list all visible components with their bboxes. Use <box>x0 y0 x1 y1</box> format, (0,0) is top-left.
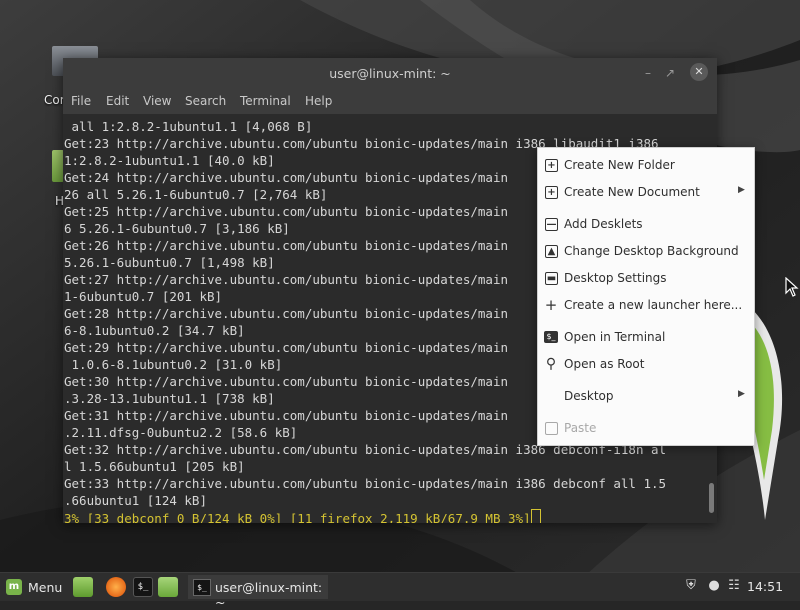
progress-line: 3% [33 debconf 0 B/124 kB 0%] [11 firefo… <box>64 509 705 523</box>
menu-item-label: Paste <box>564 421 597 435</box>
taskbar-item-terminal[interactable]: $_ user@linux-mint: ~ <box>188 575 328 610</box>
terminal-titlebar[interactable]: user@linux-mint: ~ – ↗ ✕ <box>63 58 717 88</box>
menu-edit[interactable]: Edit <box>106 94 129 108</box>
submenu-arrow-icon: ▶ <box>738 389 745 399</box>
network-icon[interactable]: ☷ <box>726 578 742 594</box>
menu-item-label: Add Desklets <box>564 217 643 231</box>
menu-item-create-new-document[interactable]: + Create New Document ▶ <box>538 180 754 204</box>
progress-text: 3% [33 debconf 0 B/124 kB 0%] [11 firefo… <box>64 511 531 523</box>
computer-desktop-label[interactable]: Computer <box>44 93 64 107</box>
menu-terminal[interactable]: Terminal <box>240 94 291 108</box>
menu-help[interactable]: Help <box>305 94 332 108</box>
background-icon: ▲ <box>545 245 558 258</box>
terminal-menubar: File Edit View Search Terminal Help <box>63 88 717 114</box>
scrollbar-thumb[interactable] <box>709 483 714 513</box>
menu-item-desktop-settings[interactable]: ▬ Desktop Settings <box>538 266 754 290</box>
window-title: user@linux-mint: ~ <box>329 66 451 81</box>
menu-label: Menu <box>28 580 63 595</box>
taskbar-item-label: user@linux-mint: ~ <box>215 580 323 610</box>
update-shield-icon[interactable]: ⛨ <box>683 578 699 594</box>
plus-icon: + <box>544 296 558 314</box>
menu-separator <box>538 206 754 207</box>
menu-item-label: Create a new launcher here... <box>564 298 743 312</box>
menu-item-create-launcher[interactable]: + Create a new launcher here... <box>538 293 754 317</box>
linux-mint-logo-icon: m <box>6 579 22 595</box>
mouse-pointer-icon <box>785 277 799 297</box>
menu-item-label: Create New Folder <box>564 158 675 172</box>
files-launcher-icon[interactable] <box>158 577 178 597</box>
desktop-settings-icon: ▬ <box>545 272 558 285</box>
menu-item-label: Create New Document <box>564 185 700 199</box>
menu-item-label: Desktop <box>564 389 614 403</box>
menu-separator <box>538 378 754 379</box>
menu-search[interactable]: Search <box>185 94 226 108</box>
menu-separator <box>538 410 754 411</box>
menu-item-create-new-folder[interactable]: + Create New Folder <box>538 153 754 177</box>
terminal-line: l 1.5.66ubuntu1 [205 kB] <box>64 459 245 474</box>
show-desktop-launcher-icon[interactable] <box>73 577 93 597</box>
text-cursor <box>530 509 541 523</box>
menu-file[interactable]: File <box>71 94 91 108</box>
terminal-line: .66ubuntu1 [124 kB] <box>64 493 207 508</box>
bottom-panel: m Menu $_ $_ user@linux-mint: ~ ⛨ ● ☷ 14… <box>0 572 800 610</box>
menu-item-open-in-terminal[interactable]: $_ Open in Terminal <box>538 325 754 349</box>
terminal-launcher-icon[interactable]: $_ <box>133 577 153 597</box>
start-menu-button[interactable]: m Menu <box>4 577 66 597</box>
menu-separator <box>538 319 754 320</box>
menu-item-add-desklets[interactable]: — Add Desklets <box>538 212 754 236</box>
user-applet-icon[interactable]: ● <box>706 578 722 594</box>
maximize-button[interactable]: ↗ <box>661 64 679 82</box>
terminal-line: all 1:2.8.2-1ubuntu1.1 [4,068 B] <box>64 119 313 134</box>
new-folder-icon: + <box>545 159 558 172</box>
menu-item-label: Change Desktop Background <box>564 244 739 258</box>
menu-item-label: Desktop Settings <box>564 271 667 285</box>
menu-item-label: Open as Root <box>564 357 645 371</box>
terminal-icon: $_ <box>193 579 211 596</box>
key-icon: ⚲ <box>545 356 557 372</box>
clock[interactable]: 14:51 <box>747 579 783 594</box>
menu-item-paste: Paste <box>538 416 754 440</box>
menu-view[interactable]: View <box>143 94 171 108</box>
menu-item-open-as-root[interactable]: ⚲ Open as Root <box>538 352 754 376</box>
terminal-line: Get:33 http://archive.ubuntu.com/ubuntu … <box>64 476 667 491</box>
menu-item-label: Open in Terminal <box>564 330 666 344</box>
menu-item-change-background[interactable]: ▲ Change Desktop Background <box>538 239 754 263</box>
desklets-icon: — <box>545 218 558 231</box>
paste-icon <box>545 422 558 435</box>
minimize-button[interactable]: – <box>639 64 657 82</box>
submenu-arrow-icon: ▶ <box>738 185 745 195</box>
firefox-launcher-icon[interactable] <box>106 577 126 597</box>
close-button[interactable]: ✕ <box>690 63 708 81</box>
home-desktop-label[interactable]: Home <box>55 194 63 208</box>
desktop-context-menu: + Create New Folder + Create New Documen… <box>537 147 755 446</box>
terminal-icon: $_ <box>544 331 558 343</box>
new-document-icon: + <box>545 186 558 199</box>
menu-item-desktop[interactable]: Desktop ▶ <box>538 384 754 408</box>
